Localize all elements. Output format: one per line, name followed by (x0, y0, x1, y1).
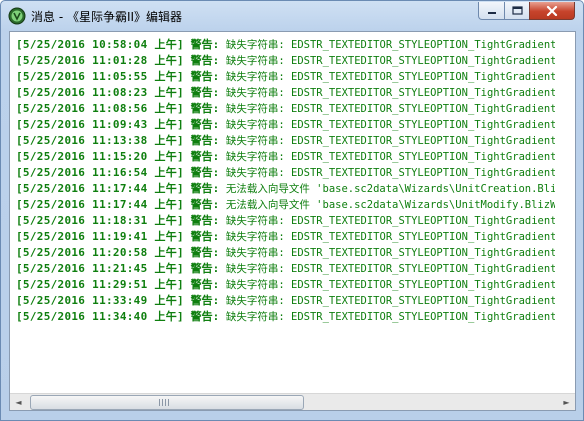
log-level: 警告: (190, 214, 220, 227)
log-message: 缺失字符串: EDSTR_TEXTEDITOR_STYLEOPTION_Tigh… (225, 167, 555, 179)
close-button[interactable] (529, 2, 575, 20)
message-window: 消息 - 《星际争霸II》编辑器 [5/25/2016 10:58:04 上午]… (0, 0, 584, 421)
log-entry: [5/25/2016 10:58:04 上午] 警告: 缺失字符串: EDSTR… (10, 37, 555, 53)
log-timestamp: [5/25/2016 11:19:41 上午] (16, 230, 184, 243)
log-timestamp: [5/25/2016 10:58:04 上午] (16, 38, 184, 51)
log-level: 警告: (190, 86, 220, 99)
log-entry: [5/25/2016 11:13:38 上午] 警告: 缺失字符串: EDSTR… (10, 133, 555, 149)
starcraft-editor-icon (8, 7, 26, 25)
log-entry: [5/25/2016 11:09:43 上午] 警告: 缺失字符串: EDSTR… (10, 117, 555, 133)
log-entry: [5/25/2016 11:18:31 上午] 警告: 缺失字符串: EDSTR… (10, 213, 555, 229)
minimize-icon (487, 11, 496, 14)
log-level: 警告: (190, 246, 220, 259)
log-message: 缺失字符串: EDSTR_TEXTEDITOR_STYLEOPTION_Tigh… (225, 119, 555, 131)
log-level: 警告: (190, 118, 220, 131)
log-entry: [5/25/2016 11:19:41 上午] 警告: 缺失字符串: EDSTR… (10, 229, 555, 245)
log-level: 警告: (190, 198, 220, 211)
log-message: 缺失字符串: EDSTR_TEXTEDITOR_STYLEOPTION_Tigh… (225, 279, 555, 291)
log-level: 警告: (190, 150, 220, 163)
log-entry: [5/25/2016 11:21:45 上午] 警告: 缺失字符串: EDSTR… (10, 261, 555, 277)
log-entry: [5/25/2016 11:29:51 上午] 警告: 缺失字符串: EDSTR… (10, 277, 555, 293)
log-timestamp: [5/25/2016 11:13:38 上午] (16, 134, 184, 147)
log-entry: [5/25/2016 11:17:44 上午] 警告: 无法载入向导文件 'ba… (10, 181, 555, 197)
log-level: 警告: (190, 230, 220, 243)
log-message: 缺失字符串: EDSTR_TEXTEDITOR_STYLEOPTION_Tigh… (225, 151, 555, 163)
log-message: 缺失字符串: EDSTR_TEXTEDITOR_STYLEOPTION_Tigh… (225, 247, 555, 259)
maximize-button[interactable] (504, 2, 530, 20)
log-level: 警告: (190, 278, 220, 291)
window-title: 消息 - 《星际争霸II》编辑器 (31, 10, 183, 24)
log-level: 警告: (190, 102, 220, 115)
log-entry: [5/25/2016 11:15:20 上午] 警告: 缺失字符串: EDSTR… (10, 149, 555, 165)
log-entry: [5/25/2016 11:34:40 上午] 警告: 缺失字符串: EDSTR… (10, 309, 555, 325)
log-timestamp: [5/25/2016 11:17:44 上午] (16, 182, 184, 195)
scrollbar-thumb[interactable] (30, 395, 304, 410)
log-timestamp: [5/25/2016 11:21:45 上午] (16, 262, 184, 275)
log-message: 缺失字符串: EDSTR_TEXTEDITOR_STYLEOPTION_Tigh… (225, 71, 555, 83)
log-message: 无法载入向导文件 'base.sc2data\Wizards\UnitModif… (225, 199, 555, 211)
log-timestamp: [5/25/2016 11:15:20 上午] (16, 150, 184, 163)
log-entry: [5/25/2016 11:17:44 上午] 警告: 无法载入向导文件 'ba… (10, 197, 555, 213)
log-message: 缺失字符串: EDSTR_TEXTEDITOR_STYLEOPTION_Tigh… (225, 215, 555, 227)
log-timestamp: [5/25/2016 11:20:58 上午] (16, 246, 184, 259)
log-level: 警告: (190, 182, 220, 195)
log-message: 缺失字符串: EDSTR_TEXTEDITOR_STYLEOPTION_Tigh… (225, 263, 555, 275)
message-log-panel[interactable]: [5/25/2016 10:58:04 上午] 警告: 缺失字符串: EDSTR… (9, 31, 576, 411)
log-timestamp: [5/25/2016 11:17:44 上午] (16, 198, 184, 211)
log-entry: [5/25/2016 11:05:55 上午] 警告: 缺失字符串: EDSTR… (10, 69, 555, 85)
log-entry: [5/25/2016 11:08:56 上午] 警告: 缺失字符串: EDSTR… (10, 101, 555, 117)
log-level: 警告: (190, 54, 220, 67)
log-level: 警告: (190, 262, 220, 275)
log-level: 警告: (190, 70, 220, 83)
log-level: 警告: (190, 38, 220, 51)
log-timestamp: [5/25/2016 11:01:28 上午] (16, 54, 184, 67)
log-timestamp: [5/25/2016 11:18:31 上午] (16, 214, 184, 227)
log-timestamp: [5/25/2016 11:05:55 上午] (16, 70, 184, 83)
log-message: 缺失字符串: EDSTR_TEXTEDITOR_STYLEOPTION_Tigh… (225, 103, 555, 115)
minimize-button[interactable] (478, 2, 505, 20)
scroll-left-icon: ◄ (15, 397, 22, 407)
maximize-icon (511, 6, 523, 15)
log-level: 警告: (190, 134, 220, 147)
scroll-left-button[interactable]: ◄ (10, 394, 27, 410)
log-timestamp: [5/25/2016 11:16:54 上午] (16, 166, 184, 179)
log-entry: [5/25/2016 11:08:23 上午] 警告: 缺失字符串: EDSTR… (10, 85, 555, 101)
scroll-right-button[interactable]: ► (558, 394, 575, 410)
horizontal-scrollbar[interactable]: ◄ ► (10, 393, 575, 410)
log-message: 缺失字符串: EDSTR_TEXTEDITOR_STYLEOPTION_Tigh… (225, 311, 555, 323)
scrollbar-grip-icon (159, 399, 169, 406)
log-timestamp: [5/25/2016 11:09:43 上午] (16, 118, 184, 131)
log-message: 缺失字符串: EDSTR_TEXTEDITOR_STYLEOPTION_Tigh… (225, 295, 555, 307)
log-message: 缺失字符串: EDSTR_TEXTEDITOR_STYLEOPTION_Tigh… (225, 39, 555, 51)
title-bar[interactable]: 消息 - 《星际争霸II》编辑器 (1, 1, 583, 31)
log-entry: [5/25/2016 11:16:54 上午] 警告: 缺失字符串: EDSTR… (10, 165, 555, 181)
message-log: [5/25/2016 10:58:04 上午] 警告: 缺失字符串: EDSTR… (10, 37, 555, 325)
log-entry: [5/25/2016 11:33:49 上午] 警告: 缺失字符串: EDSTR… (10, 293, 555, 309)
log-message: 无法载入向导文件 'base.sc2data\Wizards\UnitCreat… (225, 183, 555, 195)
log-timestamp: [5/25/2016 11:08:56 上午] (16, 102, 184, 115)
log-level: 警告: (190, 294, 220, 307)
log-timestamp: [5/25/2016 11:08:23 上午] (16, 86, 184, 99)
close-icon (546, 5, 558, 16)
log-timestamp: [5/25/2016 11:34:40 上午] (16, 310, 184, 323)
scroll-right-icon: ► (563, 397, 570, 407)
log-entry: [5/25/2016 11:01:28 上午] 警告: 缺失字符串: EDSTR… (10, 53, 555, 69)
log-message: 缺失字符串: EDSTR_TEXTEDITOR_STYLEOPTION_Tigh… (225, 87, 555, 99)
log-timestamp: [5/25/2016 11:33:49 上午] (16, 294, 184, 307)
log-message: 缺失字符串: EDSTR_TEXTEDITOR_STYLEOPTION_Tigh… (225, 55, 555, 67)
log-level: 警告: (190, 166, 220, 179)
log-message: 缺失字符串: EDSTR_TEXTEDITOR_STYLEOPTION_Tigh… (225, 231, 555, 243)
log-message: 缺失字符串: EDSTR_TEXTEDITOR_STYLEOPTION_Tigh… (225, 135, 555, 147)
log-level: 警告: (190, 310, 220, 323)
log-entry: [5/25/2016 11:20:58 上午] 警告: 缺失字符串: EDSTR… (10, 245, 555, 261)
log-timestamp: [5/25/2016 11:29:51 上午] (16, 278, 184, 291)
